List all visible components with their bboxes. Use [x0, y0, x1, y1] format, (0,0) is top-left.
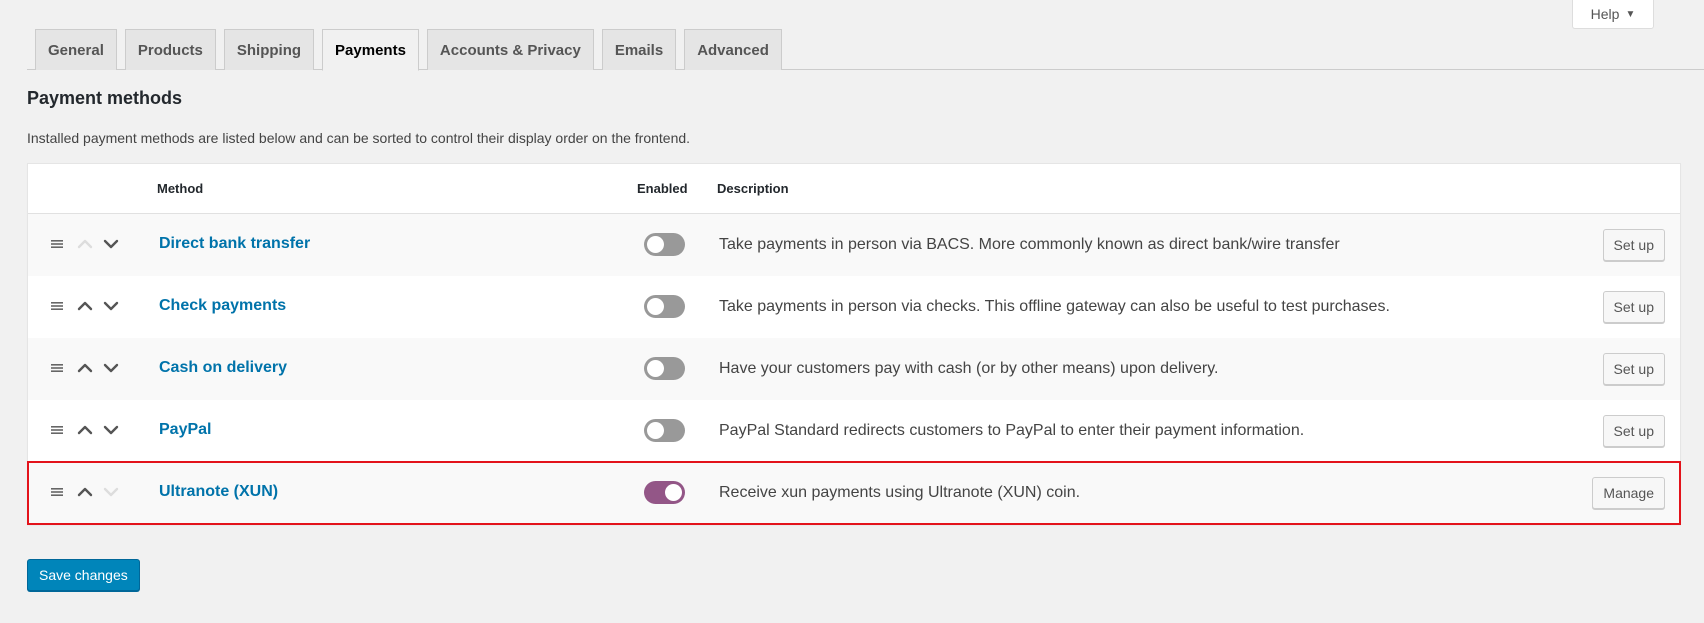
method-link-cash-on-delivery[interactable]: Cash on delivery: [159, 359, 287, 377]
enabled-toggle[interactable]: [644, 481, 685, 504]
set-up-button[interactable]: Set up: [1602, 415, 1665, 447]
method-description: PayPal Standard redirects customers to P…: [719, 422, 1305, 439]
table-row: Check payments Take payments in person v…: [28, 276, 1680, 338]
help-tab[interactable]: Help ▼: [1572, 0, 1654, 29]
move-down-chevron-icon[interactable]: [101, 234, 121, 254]
toggle-knob: [647, 360, 664, 377]
tab-general[interactable]: General: [35, 29, 117, 70]
settings-page: Help ▼ General Products Shipping Payment…: [0, 0, 1704, 623]
drag-handle-icon[interactable]: [50, 485, 64, 499]
drag-handle-icon[interactable]: [50, 299, 64, 313]
tab-advanced[interactable]: Advanced: [684, 29, 782, 70]
toggle-knob: [647, 298, 664, 315]
method-link-paypal[interactable]: PayPal: [159, 421, 211, 439]
column-header-method: Method: [157, 181, 204, 196]
table-body: Direct bank transfer Take payments in pe…: [27, 214, 1681, 525]
manage-button[interactable]: Manage: [1592, 477, 1665, 509]
enabled-toggle[interactable]: [644, 357, 685, 380]
enabled-toggle[interactable]: [644, 295, 685, 318]
move-up-chevron-icon[interactable]: [75, 296, 95, 316]
section-title: Payment methods: [27, 88, 183, 108]
column-header-description: Description: [717, 181, 789, 196]
move-down-chevron-icon[interactable]: [101, 482, 121, 502]
table-row: Direct bank transfer Take payments in pe…: [28, 214, 1680, 276]
set-up-button[interactable]: Set up: [1602, 229, 1665, 261]
settings-tabs: General Products Shipping Payments Accou…: [27, 29, 1704, 71]
table-row: Cash on delivery Have your customers pay…: [28, 338, 1680, 400]
drag-handle-icon[interactable]: [50, 423, 64, 437]
caret-down-icon: ▼: [1625, 8, 1636, 20]
table-row: PayPal PayPal Standard redirects custome…: [28, 400, 1680, 462]
move-up-chevron-icon[interactable]: [75, 234, 95, 254]
toggle-knob: [647, 236, 664, 253]
method-link-direct-bank-transfer[interactable]: Direct bank transfer: [159, 235, 310, 253]
tab-products[interactable]: Products: [124, 29, 216, 70]
table-header: Method Enabled Description: [28, 164, 1680, 214]
move-down-chevron-icon[interactable]: [101, 420, 121, 440]
move-down-chevron-icon[interactable]: [101, 296, 121, 316]
enabled-toggle[interactable]: [644, 233, 685, 256]
tab-accounts-privacy[interactable]: Accounts & Privacy: [426, 29, 594, 70]
drag-handle-icon[interactable]: [50, 361, 64, 375]
tab-emails[interactable]: Emails: [601, 29, 677, 70]
method-description: Take payments in person via BACS. More c…: [719, 236, 1340, 253]
method-link-ultranote-xun[interactable]: Ultranote (XUN): [159, 483, 278, 501]
help-label: Help: [1590, 6, 1620, 22]
column-header-enabled: Enabled: [637, 181, 688, 196]
toggle-knob: [665, 484, 682, 501]
tab-payments[interactable]: Payments: [322, 29, 419, 71]
move-up-chevron-icon[interactable]: [75, 482, 95, 502]
method-description: Receive xun payments using Ultranote (XU…: [719, 484, 1081, 501]
set-up-button[interactable]: Set up: [1602, 291, 1665, 323]
drag-handle-icon[interactable]: [50, 237, 64, 251]
enabled-toggle[interactable]: [644, 419, 685, 442]
move-down-chevron-icon[interactable]: [101, 358, 121, 378]
move-up-chevron-icon[interactable]: [75, 358, 95, 378]
tab-shipping[interactable]: Shipping: [223, 29, 315, 70]
set-up-button[interactable]: Set up: [1602, 353, 1665, 385]
payment-methods-table: Method Enabled Description Direct bank t…: [27, 163, 1681, 525]
toggle-knob: [647, 422, 664, 439]
method-link-check-payments[interactable]: Check payments: [159, 297, 286, 315]
section-description: Installed payment methods are listed bel…: [27, 130, 691, 146]
move-up-chevron-icon[interactable]: [75, 420, 95, 440]
method-description: Have your customers pay with cash (or by…: [719, 360, 1219, 377]
save-changes-button[interactable]: Save changes: [27, 559, 140, 591]
table-row: Ultranote (XUN) Receive xun payments usi…: [27, 461, 1681, 525]
method-description: Take payments in person via checks. This…: [719, 298, 1390, 315]
